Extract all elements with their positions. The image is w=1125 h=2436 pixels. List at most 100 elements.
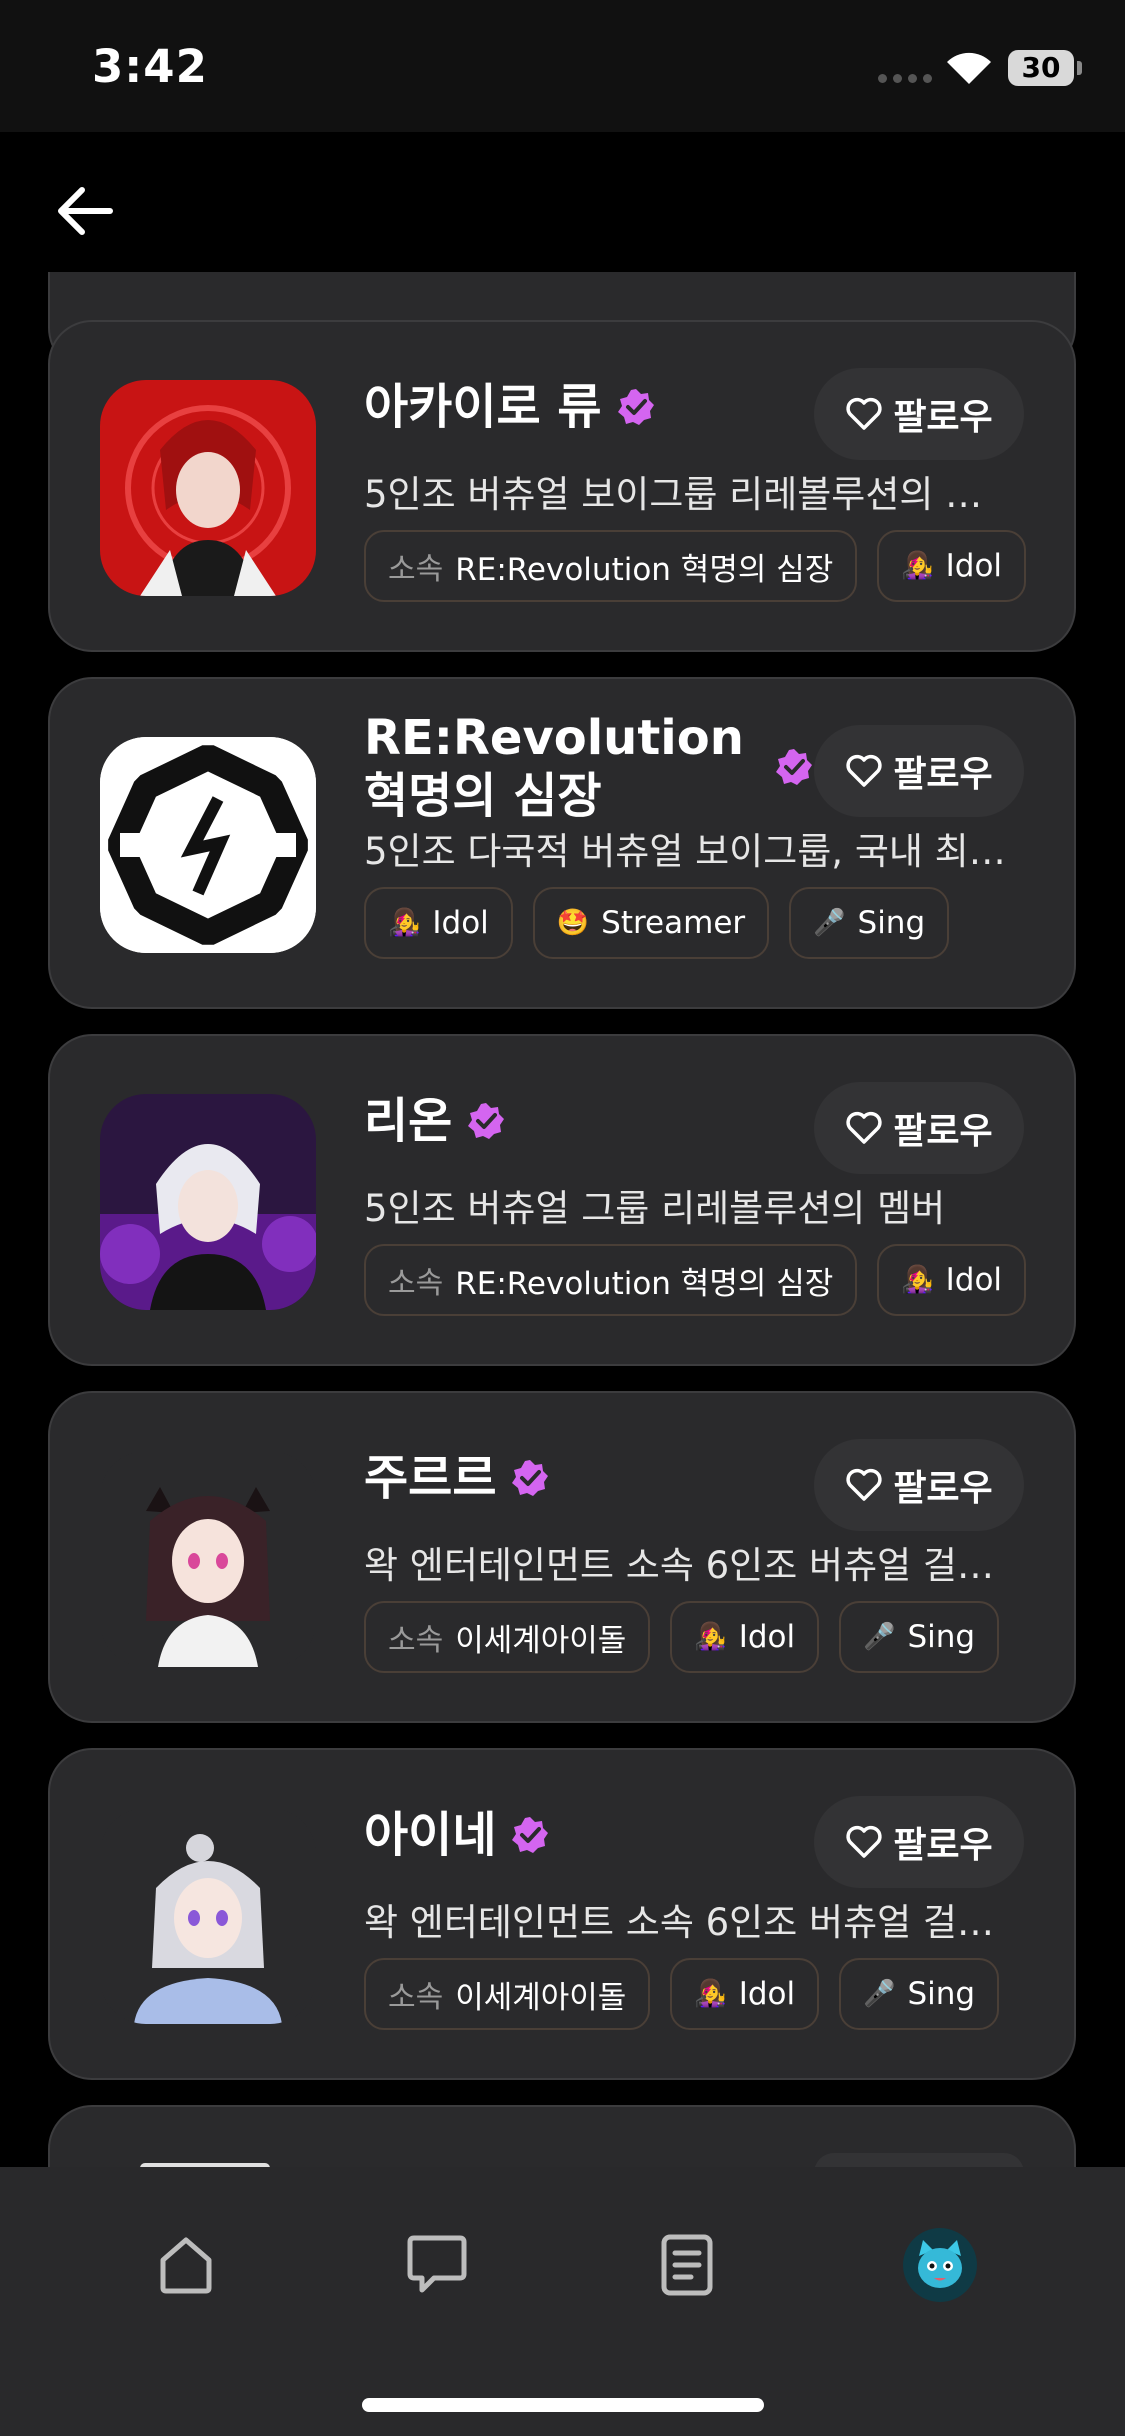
heart-icon — [846, 397, 882, 430]
follow-button[interactable]: 팔로우 — [814, 1796, 1024, 1888]
mic-icon: 🎤 — [863, 1622, 896, 1652]
idol-icon: 👩‍🎤 — [694, 1622, 727, 1652]
category-tag[interactable]: 👩‍🎤 Idol — [364, 887, 513, 959]
agency-tag[interactable]: 소속 RE:Revolution 혁명의 심장 — [364, 1244, 858, 1316]
cellular-signal-icon — [878, 74, 934, 84]
tag-list: 소속 RE:Revolution 혁명의 심장 👩‍🎤 Idol — [364, 530, 1027, 602]
category-tag[interactable]: 👩‍🎤 Idol — [877, 530, 1027, 602]
agency-tag[interactable]: 소속 RE:Revolution 혁명의 심장 — [364, 530, 858, 602]
follow-label: 팔로우 — [893, 754, 993, 795]
agency-tag[interactable]: 소속 이세계아이돌 — [364, 1958, 651, 2030]
idol-icon: 👩‍🎤 — [694, 1979, 727, 2009]
vtuber-name[interactable]: 리온 — [364, 1092, 452, 1150]
agency-prefix: 소속 — [388, 1266, 444, 1301]
follow-button[interactable]: 팔로우 — [814, 368, 1024, 460]
tag-label: RE:Revolution 혁명의 심장 — [455, 551, 834, 588]
category-tag[interactable]: 🎤 Sing — [789, 887, 950, 959]
name-line-1: RE:Revolution — [364, 710, 744, 766]
tag-label: Idol — [945, 548, 1003, 584]
follow-label: 팔로우 — [893, 1468, 993, 1509]
mic-icon: 🎤 — [863, 1979, 896, 2009]
follow-button[interactable]: 팔로우 — [814, 1082, 1024, 1174]
battery-level: 30 — [1021, 51, 1061, 84]
idol-icon: 👩‍🎤 — [388, 908, 421, 938]
tag-label: Idol — [738, 1619, 796, 1655]
avatar[interactable] — [100, 1451, 316, 1667]
mic-icon: 🎤 — [813, 908, 846, 938]
category-tag[interactable]: 👩‍🎤 Idol — [670, 1601, 820, 1673]
avatar[interactable] — [100, 737, 316, 953]
avatar[interactable] — [100, 380, 316, 596]
tag-label: Sing — [857, 905, 926, 941]
name-row: 아이네 — [364, 1806, 844, 1864]
tag-label: RE:Revolution 혁명의 심장 — [455, 1265, 834, 1302]
tag-label: Idol — [432, 905, 489, 941]
vtuber-card[interactable]: 리온 팔로우 5인조 버츄얼 그룹 리레볼루션의 멤버 소속 RE:Revolu… — [48, 1034, 1076, 1366]
home-icon — [160, 2237, 212, 2294]
vtuber-name[interactable]: RE:Revolution 혁명의 심장 — [364, 709, 744, 825]
agency-prefix: 소속 — [388, 1623, 444, 1658]
back-arrow-icon[interactable] — [50, 176, 120, 246]
tag-list: 👩‍🎤 Idol 🤩 Streamer 🎤 Sing — [364, 887, 950, 959]
vtuber-card[interactable]: 주르르 팔로우 왁 엔터테인먼트 소속 6인조 버츄얼 걸… 소속 이세계아이돌… — [48, 1391, 1076, 1723]
status-time: 3:42 — [92, 40, 208, 93]
agency-tag[interactable]: 소속 이세계아이돌 — [364, 1601, 651, 1673]
idol-icon: 👩‍🎤 — [901, 551, 934, 581]
vtuber-name[interactable]: 아카이로 류 — [364, 378, 602, 436]
name-row: RE:Revolution 혁명의 심장 — [364, 709, 844, 825]
top-header — [0, 132, 1125, 272]
verified-badge-icon — [512, 1817, 549, 1853]
vtuber-card[interactable]: 아카이로 류 팔로우 5인조 버츄얼 보이그룹 리레볼루션의 … 소속 RE:R… — [48, 320, 1076, 652]
vtuber-description: 왁 엔터테인먼트 소속 6인조 버츄얼 걸… — [364, 1544, 994, 1587]
tag-label: Idol — [945, 1262, 1003, 1298]
vtuber-name[interactable]: 아이네 — [364, 1806, 496, 1864]
vtuber-card[interactable]: 아이네 팔로우 왁 엔터테인먼트 소속 6인조 버츄얼 걸… 소속 이세계아이돌… — [48, 1748, 1076, 2080]
profile-avatar — [903, 2228, 977, 2302]
heart-icon — [846, 1825, 882, 1858]
verified-badge-icon — [512, 1460, 549, 1496]
vtuber-description: 왁 엔터테인먼트 소속 6인조 버츄얼 걸… — [364, 1901, 994, 1944]
category-tag[interactable]: 🎤 Sing — [839, 1601, 1000, 1673]
list-card-partial[interactable] — [48, 2105, 1076, 2167]
tag-list: 소속 이세계아이돌 👩‍🎤 Idol 🎤 Sing — [364, 1601, 1000, 1673]
name-line-2: 혁명의 심장 — [364, 768, 602, 824]
streamer-icon: 🤩 — [556, 908, 590, 938]
heart-icon — [846, 754, 882, 787]
vtuber-description: 5인조 버츄얼 보이그룹 리레볼루션의 … — [364, 473, 983, 516]
tag-label: Idol — [738, 1976, 796, 2012]
avatar[interactable] — [100, 1094, 316, 1310]
name-row: 주르르 — [364, 1449, 844, 1507]
chat-icon — [407, 2235, 467, 2293]
vtuber-description: 5인조 다국적 버츄얼 보이그룹, 국내 최… — [364, 830, 1006, 873]
category-tag[interactable]: 👩‍🎤 Idol — [670, 1958, 820, 2030]
nav-chat[interactable] — [397, 2225, 477, 2305]
idol-icon: 👩‍🎤 — [901, 1265, 934, 1295]
vtuber-list[interactable]: 아카이로 류 팔로우 5인조 버츄얼 보이그룹 리레볼루션의 … 소속 RE:R… — [0, 272, 1125, 2167]
battery-icon: 30 — [1008, 50, 1074, 86]
tag-label: Sing — [907, 1619, 976, 1655]
verified-badge-icon — [617, 389, 654, 425]
follow-label: 팔로우 — [893, 1825, 993, 1866]
nav-document[interactable] — [647, 2225, 727, 2305]
tag-list: 소속 이세계아이돌 👩‍🎤 Idol 🎤 Sing — [364, 1958, 1000, 2030]
tag-label: Streamer — [601, 905, 746, 941]
vtuber-card[interactable]: RE:Revolution 혁명의 심장 팔로우 5인조 다국적 버츄얼 보이그… — [48, 677, 1076, 1009]
category-tag[interactable]: 🎤 Sing — [839, 1958, 1000, 2030]
avatar[interactable] — [100, 1808, 316, 2024]
tag-label: Sing — [907, 1976, 976, 2012]
category-tag[interactable]: 🤩 Streamer — [532, 887, 770, 959]
heart-icon — [846, 1468, 882, 1501]
heart-icon — [846, 1111, 882, 1144]
nav-home[interactable] — [146, 2225, 226, 2305]
home-indicator — [362, 2398, 764, 2412]
nav-profile[interactable] — [900, 2225, 980, 2305]
follow-label: 팔로우 — [893, 1111, 993, 1152]
status-bar: 3:42 30 — [0, 0, 1125, 132]
document-icon — [661, 2234, 713, 2296]
category-tag[interactable]: 👩‍🎤 Idol — [877, 1244, 1027, 1316]
follow-button[interactable]: 팔로우 — [814, 1439, 1024, 1531]
tag-label: 이세계아이돌 — [455, 1979, 627, 2016]
name-row: 아카이로 류 — [364, 378, 844, 436]
vtuber-name[interactable]: 주르르 — [364, 1449, 496, 1507]
follow-button[interactable]: 팔로우 — [814, 725, 1024, 817]
